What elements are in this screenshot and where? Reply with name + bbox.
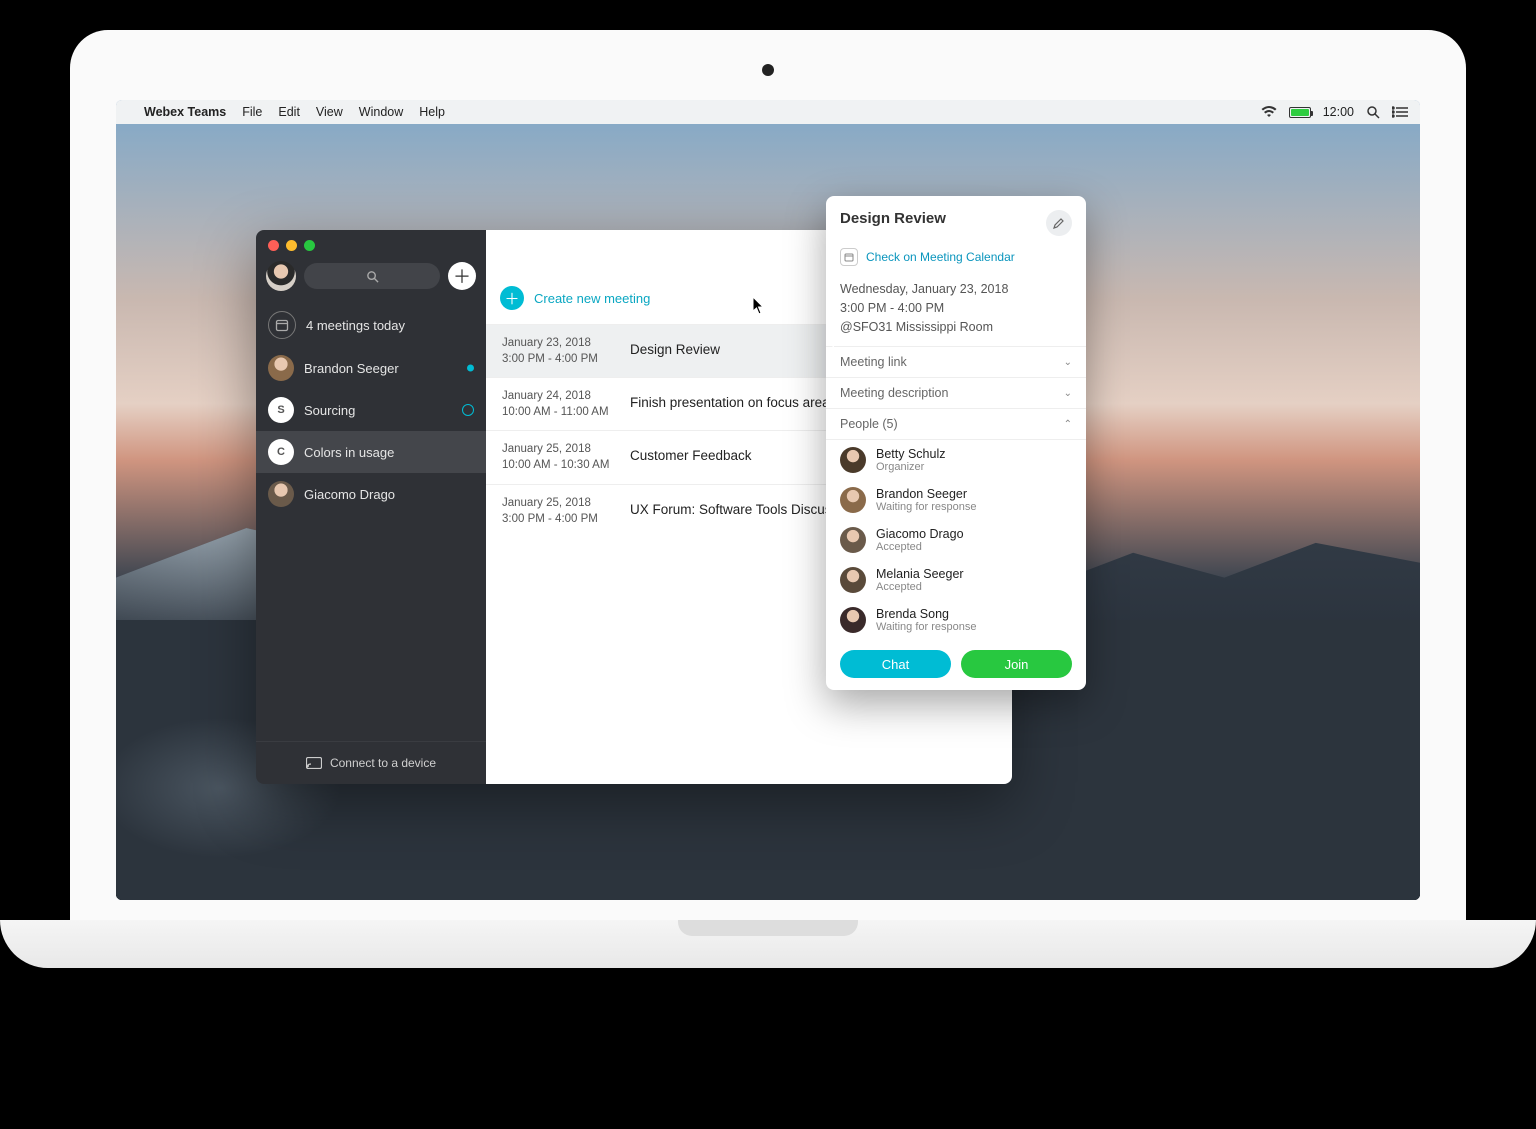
avatar [840,487,866,513]
menu-window[interactable]: Window [359,105,403,119]
detail-title: Design Review [840,210,1046,227]
chat-button[interactable]: Chat [840,650,951,678]
camera-dot [762,64,774,76]
laptop-base [0,920,1536,968]
detail-time: 3:00 PM - 4:00 PM [840,299,1072,318]
attendee-row[interactable]: Brandon SeegerWaiting for response [826,480,1086,520]
section-label: Meeting description [840,386,948,400]
chevron-down-icon: ⌄ [1064,357,1072,368]
sidebar-meetings-today[interactable]: 4 meetings today [256,303,486,347]
avatar: S [268,397,294,423]
attendee-status: Waiting for response [876,621,976,633]
calendar-icon [268,311,296,339]
sidebar-item-label: Giacomo Drago [304,487,395,502]
attendee-status: Organizer [876,461,945,473]
attendee-row[interactable]: Giacomo DragoAccepted [826,520,1086,560]
attendee-status: Accepted [876,541,964,553]
detail-location: @SFO31 Mississippi Room [840,318,1072,337]
chevron-down-icon: ⌄ [1064,388,1072,399]
sidebar-item-colors-in-usage[interactable]: C Colors in usage [256,431,486,473]
macos-menubar: Webex Teams File Edit View Window Help 1… [116,100,1420,124]
attendee-name: Giacomo Drago [876,527,964,541]
connect-device-button[interactable]: Connect to a device [256,741,486,784]
plus-icon: ＋ [500,286,524,310]
sidebar-item-label: Colors in usage [304,445,394,460]
search-icon [366,270,379,283]
avatar [840,447,866,473]
meeting-time: 10:00 AM - 10:30 AM [502,457,612,473]
menubar-clock[interactable]: 12:00 [1323,105,1354,119]
battery-icon[interactable] [1289,107,1311,118]
spotlight-icon[interactable] [1366,105,1380,119]
sidebar-item-sourcing[interactable]: S Sourcing [256,389,486,431]
search-input[interactable] [304,263,440,289]
attendee-name: Brandon Seeger [876,487,976,501]
minimize-window-icon[interactable] [286,240,297,251]
attendee-row[interactable]: Brenda SongWaiting for response [826,600,1086,640]
attendee-status: Waiting for response [876,501,976,513]
avatar [840,567,866,593]
calendar-link-label: Check on Meeting Calendar [866,250,1015,264]
section-meeting-link[interactable]: Meeting link ⌄ [826,347,1086,378]
attendee-row[interactable]: Betty SchulzOrganizer [826,440,1086,480]
sidebar-item-label: Sourcing [304,403,355,418]
sidebar-item-giacomo-drago[interactable]: Giacomo Drago [256,473,486,515]
meeting-date: January 23, 2018 [502,335,612,351]
app-name[interactable]: Webex Teams [144,105,226,119]
edit-button[interactable] [1046,210,1072,236]
menu-edit[interactable]: Edit [278,105,300,119]
meeting-date: January 25, 2018 [502,441,612,457]
menu-help[interactable]: Help [419,105,445,119]
window-traffic-lights [256,230,486,257]
sidebar-item-brandon-seeger[interactable]: Brandon Seeger [256,347,486,389]
meeting-time: 10:00 AM - 11:00 AM [502,404,612,420]
calendar-icon [840,248,858,266]
section-meeting-description[interactable]: Meeting description ⌄ [826,378,1086,409]
chevron-up-icon: ⌃ [1064,419,1072,430]
attendee-name: Betty Schulz [876,447,945,461]
meeting-date: January 24, 2018 [502,388,612,404]
sidebar: ＋ 4 meetings today Brandon Seeger [256,230,486,784]
section-label: Meeting link [840,355,907,369]
sidebar-item-label: Brandon Seeger [304,361,399,376]
desktop-screen: Webex Teams File Edit View Window Help 1… [116,100,1420,900]
avatar: C [268,439,294,465]
section-label: People (5) [840,417,898,431]
attendee-name: Brenda Song [876,607,976,621]
avatar [840,607,866,633]
meeting-time: 3:00 PM - 4:00 PM [502,351,612,367]
meeting-time: 3:00 PM - 4:00 PM [502,511,612,527]
meeting-date: January 25, 2018 [502,495,612,511]
calendar-link[interactable]: Check on Meeting Calendar [826,244,1086,276]
join-button[interactable]: Join [961,650,1072,678]
mention-badge-icon [462,404,474,416]
menu-file[interactable]: File [242,105,262,119]
screen-bezel: Webex Teams File Edit View Window Help 1… [70,30,1466,920]
meeting-detail-panel: Design Review Check on Meeting Calendar … [826,196,1086,690]
attendee-name: Melania Seeger [876,567,964,581]
create-meeting-label: Create new meeting [534,291,650,306]
add-button[interactable]: ＋ [448,262,476,290]
avatar [268,355,294,381]
laptop-frame: Webex Teams File Edit View Window Help 1… [70,30,1466,1030]
pencil-icon [1053,217,1065,229]
user-avatar[interactable] [266,261,296,291]
avatar [840,527,866,553]
attendee-status: Accepted [876,581,964,593]
cast-icon [306,757,322,769]
detail-date: Wednesday, January 23, 2018 [840,280,1072,299]
close-window-icon[interactable] [268,240,279,251]
attendee-row[interactable]: Melania SeegerAccepted [826,560,1086,600]
list-icon[interactable] [1392,106,1408,118]
avatar [268,481,294,507]
presence-dot-icon [467,365,474,372]
meetings-today-label: 4 meetings today [306,318,405,333]
wifi-icon[interactable] [1261,106,1277,118]
menu-view[interactable]: View [316,105,343,119]
connect-device-label: Connect to a device [330,756,436,770]
mouse-cursor-icon [752,296,766,316]
fullscreen-window-icon[interactable] [304,240,315,251]
section-people[interactable]: People (5) ⌃ [826,409,1086,440]
